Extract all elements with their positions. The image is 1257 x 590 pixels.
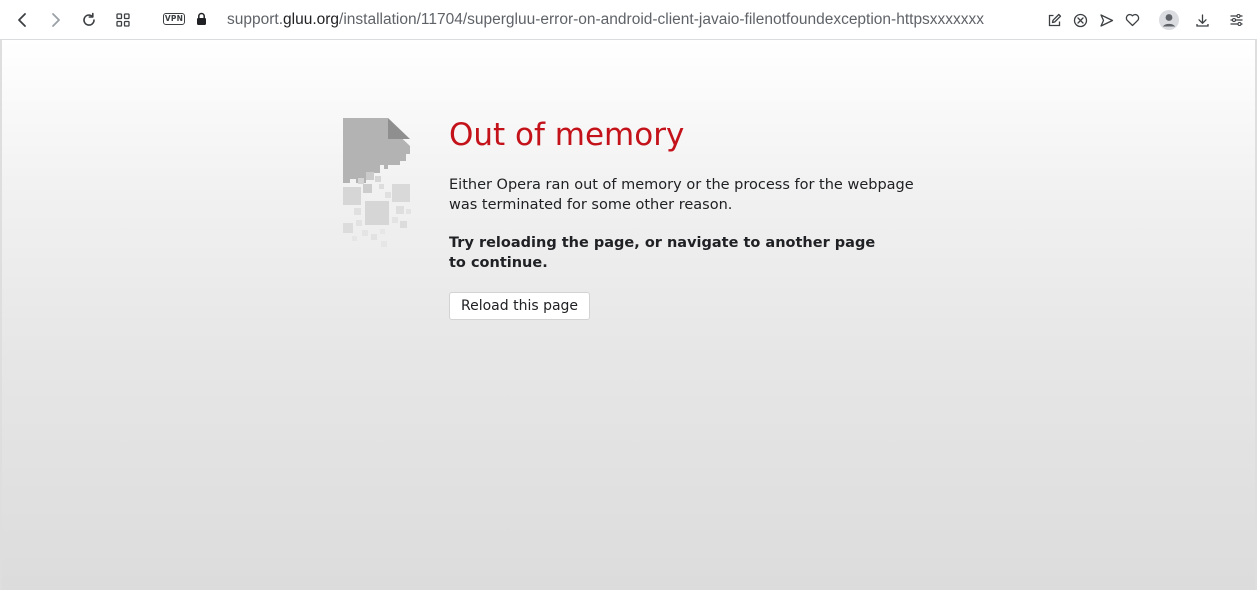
back-arrow-icon bbox=[18, 13, 26, 27]
heart-icon bbox=[1125, 13, 1139, 27]
reload-button[interactable] bbox=[77, 8, 101, 32]
url-host-prefix: support. bbox=[227, 11, 284, 28]
reload-page-button[interactable]: Reload this page bbox=[449, 292, 591, 320]
speed-dial-grid-icon bbox=[116, 13, 130, 27]
bookmark-heart-button[interactable] bbox=[1120, 8, 1144, 32]
send-to-flow-button[interactable] bbox=[1094, 8, 1118, 32]
snapshot-button[interactable] bbox=[1042, 8, 1066, 32]
lock-icon[interactable] bbox=[196, 12, 207, 26]
adblock-button[interactable] bbox=[1068, 8, 1092, 32]
error-page: Out of memory Either Opera ran out of me… bbox=[2, 40, 1255, 590]
browser-toolbar: VPN support.gluu.org/installation/11704/… bbox=[0, 0, 1257, 40]
url-host: gluu.org bbox=[283, 11, 340, 28]
forward-button[interactable] bbox=[44, 8, 68, 32]
address-bar[interactable]: support.gluu.org/installation/11704/supe… bbox=[227, 10, 1035, 30]
easy-setup-icon bbox=[1230, 13, 1242, 27]
profile-button[interactable] bbox=[1157, 8, 1181, 32]
error-title: Out of memory bbox=[449, 117, 685, 153]
easy-setup-button[interactable] bbox=[1224, 8, 1248, 32]
broken-page-icon bbox=[343, 118, 411, 247]
tabs-grid-button[interactable] bbox=[111, 8, 135, 32]
adblock-shield-icon bbox=[1073, 13, 1087, 27]
error-description: Either Opera ran out of memory or the pr… bbox=[449, 177, 914, 213]
download-icon bbox=[1195, 13, 1209, 27]
vpn-badge-icon[interactable]: VPN bbox=[163, 13, 185, 25]
error-hint: Try reloading the page, or navigate to a… bbox=[449, 235, 876, 271]
snapshot-edit-icon bbox=[1048, 13, 1061, 26]
profile-avatar-icon bbox=[1159, 10, 1179, 30]
send-to-flow-icon bbox=[1099, 13, 1113, 27]
reload-icon bbox=[83, 12, 95, 26]
back-button[interactable] bbox=[10, 8, 34, 32]
url-path: /installation/11704/supergluu-error-on-a… bbox=[339, 11, 985, 28]
forward-arrow-icon bbox=[52, 13, 60, 27]
downloads-button[interactable] bbox=[1190, 8, 1214, 32]
